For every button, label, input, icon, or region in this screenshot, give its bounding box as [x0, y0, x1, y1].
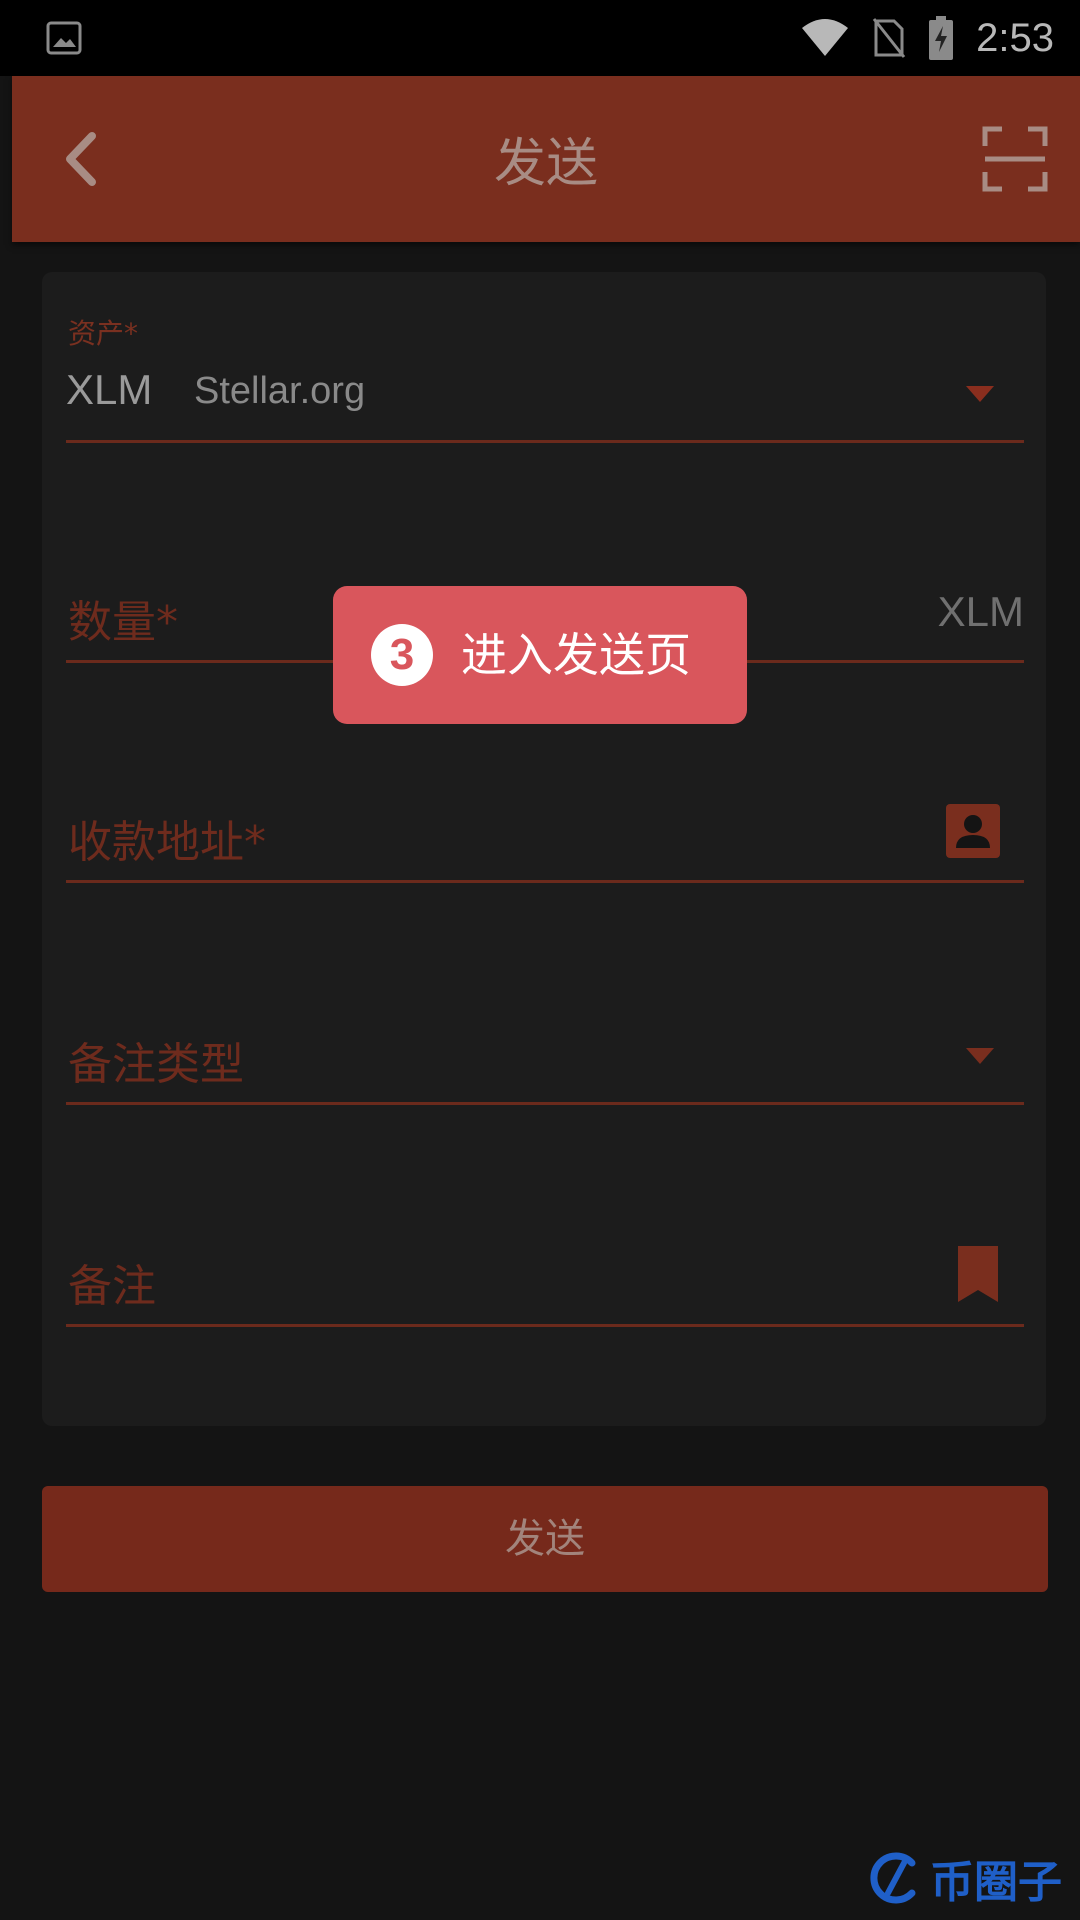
step-tooltip-text: 进入发送页 [461, 628, 691, 682]
page-title: 发送 [493, 134, 598, 194]
step-tooltip: 3 进入发送页 [333, 586, 747, 724]
wifi-icon [802, 19, 849, 56]
memo-field[interactable]: 备注 [66, 1124, 1024, 1327]
amount-label: 数量* [68, 597, 178, 648]
memo-label: 备注 [68, 1261, 156, 1312]
dropdown-arrow-icon[interactable] [966, 386, 994, 402]
memo-type-select[interactable]: 备注类型 [66, 902, 1024, 1105]
dropdown-arrow-icon[interactable] [966, 1048, 994, 1064]
watermark-text: 币圈子 [930, 1857, 1062, 1908]
watermark: 币圈子 [868, 1846, 1062, 1910]
status-time: 2:53 [976, 15, 1054, 60]
send-button[interactable]: 发送 [42, 1486, 1048, 1592]
recipient-address-label: 收款地址* [68, 817, 266, 868]
image-icon [46, 21, 82, 55]
app-bar: 发送 [12, 76, 1080, 242]
step-number-badge: 3 [371, 624, 433, 686]
bookmark-icon[interactable] [956, 1246, 1000, 1302]
asset-label: 资产* [68, 317, 139, 350]
watermark-logo-icon [870, 1852, 916, 1904]
asset-issuer: Stellar.org [194, 370, 366, 412]
send-form-card: 资产* XLM Stellar.org 数量* XLM 收款地址* 备注类型 备… [42, 272, 1046, 1426]
memo-type-label: 备注类型 [68, 1039, 244, 1090]
contact-icon[interactable] [946, 804, 1000, 858]
status-icons: 2:53 [800, 10, 1054, 66]
asset-code: XLM [66, 366, 153, 413]
scan-qr-icon[interactable] [982, 126, 1048, 192]
amount-unit: XLM [937, 588, 1024, 635]
status-bar: 2:53 [0, 0, 1080, 76]
asset-select[interactable]: 资产* XLM Stellar.org [66, 272, 1024, 443]
no-sim-icon [872, 18, 906, 58]
battery-charging-icon [929, 16, 954, 60]
